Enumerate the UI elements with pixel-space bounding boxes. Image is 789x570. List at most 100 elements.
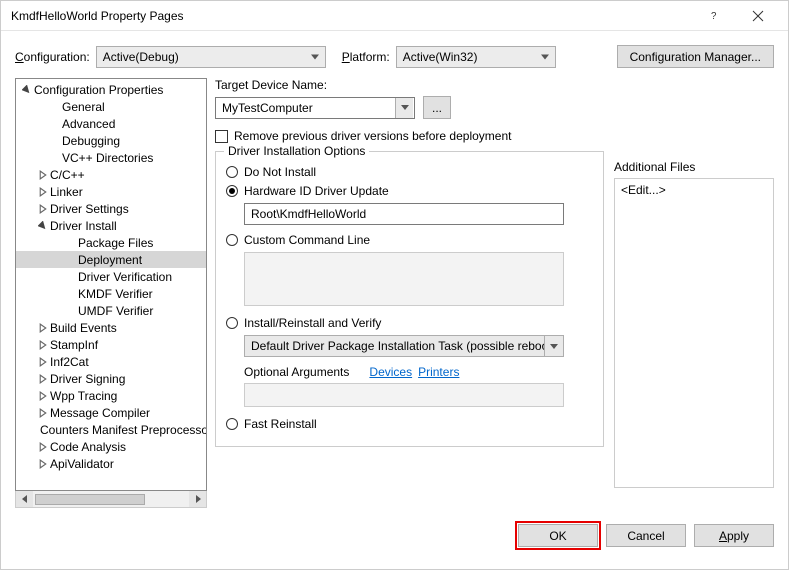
tree-expander[interactable] xyxy=(38,204,48,214)
optional-args-label: Optional Arguments xyxy=(244,365,349,379)
tree-expander[interactable] xyxy=(22,85,32,95)
tree-node-driver-verification[interactable]: Driver Verification xyxy=(16,268,206,285)
tree-expander[interactable] xyxy=(38,408,48,418)
tree-node-advanced[interactable]: Advanced xyxy=(16,115,206,132)
tree-node-label: Debugging xyxy=(50,134,120,148)
chevron-down-icon xyxy=(311,54,319,59)
hwid-input[interactable]: Root\KmdfHelloWorld xyxy=(244,203,564,225)
scroll-left-icon[interactable] xyxy=(16,491,33,507)
tree-node-label: Counters Manifest Preprocessor xyxy=(40,423,207,437)
radio-fast-reinstall[interactable] xyxy=(226,418,238,430)
tree-node-label: UMDF Verifier xyxy=(66,304,153,318)
tree-expander[interactable] xyxy=(38,170,48,180)
optional-args-input[interactable] xyxy=(244,383,564,407)
printers-link[interactable]: Printers xyxy=(418,365,459,379)
tree-node-label: StampInf xyxy=(50,338,98,352)
tree-expander[interactable] xyxy=(38,391,48,401)
tree-node-driver-install[interactable]: Driver Install xyxy=(16,217,206,234)
titlebar: KmdfHelloWorld Property Pages ? xyxy=(1,1,788,31)
target-device-value: MyTestComputer xyxy=(222,101,313,115)
config-tree[interactable]: Configuration PropertiesGeneral Advanced D… xyxy=(15,78,207,491)
label-custom-cmd: Custom Command Line xyxy=(244,233,370,247)
label-do-not-install: Do Not Install xyxy=(244,165,316,179)
tree-node-label: Linker xyxy=(50,185,83,199)
tree-node-general[interactable]: General xyxy=(16,98,206,115)
tree-expander[interactable] xyxy=(38,187,48,197)
tree-node-label: Driver Verification xyxy=(66,270,172,284)
tree-hscrollbar[interactable] xyxy=(15,491,207,508)
tree-node-label: Wpp Tracing xyxy=(50,389,117,403)
tree-node-c-c-[interactable]: C/C++ xyxy=(16,166,206,183)
configuration-label: CConfiguration:onfiguration: xyxy=(15,50,90,64)
tree-expander[interactable] xyxy=(38,340,48,350)
remove-previous-checkbox[interactable] xyxy=(215,130,228,143)
additional-files-label: Additional Files xyxy=(614,160,774,174)
devices-link[interactable]: Devices xyxy=(369,365,412,379)
group-title: Driver Installation Options xyxy=(224,144,369,158)
driver-install-options-group: Driver Installation Options Do Not Insta… xyxy=(215,151,604,447)
tree-node-driver-settings[interactable]: Driver Settings xyxy=(16,200,206,217)
chevron-down-icon xyxy=(544,336,562,356)
tree-node-label: Advanced xyxy=(50,117,115,131)
tree-expander[interactable] xyxy=(38,374,48,384)
scroll-right-icon[interactable] xyxy=(189,491,206,507)
chevron-down-icon xyxy=(395,98,413,118)
install-task-combobox[interactable]: Default Driver Package Installation Task… xyxy=(244,335,564,357)
tree-expander[interactable] xyxy=(38,357,48,367)
tree-node-label: Driver Install xyxy=(50,219,117,233)
tree-node-vc-directories[interactable]: VC++ Directories xyxy=(16,149,206,166)
tree-node-stampinf[interactable]: StampInf xyxy=(16,336,206,353)
tree-node-inf2cat[interactable]: Inf2Cat xyxy=(16,353,206,370)
tree-node-label: Package Files xyxy=(66,236,153,250)
apply-button[interactable]: Apply xyxy=(694,524,774,547)
radio-custom-cmd[interactable] xyxy=(226,234,238,246)
cancel-button[interactable]: Cancel xyxy=(606,524,686,547)
tree-node-deployment[interactable]: Deployment xyxy=(16,251,206,268)
additional-files-value: <Edit...> xyxy=(621,183,666,197)
platform-dropdown[interactable]: Active(Win32) xyxy=(396,46,556,68)
radio-hwid-update[interactable] xyxy=(226,185,238,197)
configuration-dropdown[interactable]: Active(Debug) xyxy=(96,46,326,68)
tree-node-configuration-properties[interactable]: Configuration Properties xyxy=(16,81,206,98)
radio-do-not-install[interactable] xyxy=(226,166,238,178)
tree-node-apivalidator[interactable]: ApiValidator xyxy=(16,455,206,472)
tree-expander[interactable] xyxy=(38,323,48,333)
tree-node-label: Driver Signing xyxy=(50,372,125,386)
tree-node-message-compiler[interactable]: Message Compiler xyxy=(16,404,206,421)
tree-expander[interactable] xyxy=(38,459,48,469)
scroll-thumb[interactable] xyxy=(35,494,145,505)
target-device-combobox[interactable]: MyTestComputer xyxy=(215,97,415,119)
tree-node-label: ApiValidator xyxy=(50,457,114,471)
tree-node-debugging[interactable]: Debugging xyxy=(16,132,206,149)
target-device-label: Target Device Name: xyxy=(215,78,604,92)
config-row: CConfiguration:onfiguration: Active(Debu… xyxy=(1,31,788,78)
tree-expander[interactable] xyxy=(38,442,48,452)
tree-node-label: Deployment xyxy=(66,253,142,267)
tree-expander[interactable] xyxy=(38,221,48,231)
install-task-value: Default Driver Package Installation Task… xyxy=(251,339,556,353)
tree-node-driver-signing[interactable]: Driver Signing xyxy=(16,370,206,387)
tree-node-build-events[interactable]: Build Events xyxy=(16,319,206,336)
additional-files-box[interactable]: <Edit...> xyxy=(614,178,774,488)
tree-node-label: KMDF Verifier xyxy=(66,287,153,301)
chevron-down-icon xyxy=(541,54,549,59)
tree-node-code-analysis[interactable]: Code Analysis xyxy=(16,438,206,455)
label-hwid-update: Hardware ID Driver Update xyxy=(244,184,389,198)
label-install-verify: Install/Reinstall and Verify xyxy=(244,316,381,330)
tree-node-package-files[interactable]: Package Files xyxy=(16,234,206,251)
browse-button[interactable]: ... xyxy=(423,96,451,119)
tree-node-linker[interactable]: Linker xyxy=(16,183,206,200)
tree-node-label: Driver Settings xyxy=(50,202,129,216)
tree-node-umdf-verifier[interactable]: UMDF Verifier xyxy=(16,302,206,319)
tree-node-kmdf-verifier[interactable]: KMDF Verifier xyxy=(16,285,206,302)
custom-cmd-textarea[interactable] xyxy=(244,252,564,306)
close-icon[interactable] xyxy=(736,2,780,30)
ok-button[interactable]: OK xyxy=(518,524,598,547)
radio-install-verify[interactable] xyxy=(226,317,238,329)
configuration-manager-button[interactable]: Configuration Manager... xyxy=(617,45,774,68)
tree-node-counters-manifest-preprocessor[interactable]: Counters Manifest Preprocessor xyxy=(16,421,206,438)
footer: OK Cancel Apply xyxy=(1,508,788,547)
tree-node-wpp-tracing[interactable]: Wpp Tracing xyxy=(16,387,206,404)
tree-node-label: Build Events xyxy=(50,321,117,335)
help-icon[interactable]: ? xyxy=(692,2,736,30)
